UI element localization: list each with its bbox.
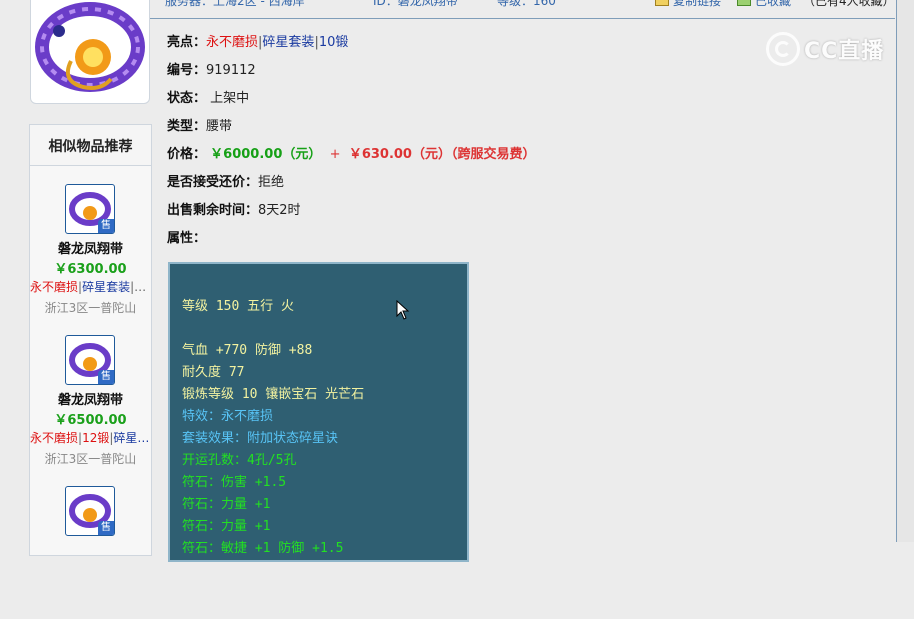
- sell-badge: 售: [98, 370, 114, 384]
- right-scroll-rail[interactable]: [897, 0, 914, 542]
- attributes-box: 等级 150 五行 火 气血 +770 防御 +88 耐久度 77 锻炼等级 1…: [168, 262, 469, 562]
- mouse-cursor-icon: [396, 300, 410, 320]
- favorite-button[interactable]: 已收藏: [737, 0, 791, 9]
- type-row: 类型：腰带: [167, 119, 233, 134]
- sell-badge: 售: [98, 219, 114, 233]
- similar-item-card[interactable]: 售 磐龙凤翔带 ￥6300.00 永不磨损|碎星套装|… 浙江3区一普陀山: [30, 166, 151, 317]
- item-price: ￥6000.00（元）: [210, 147, 322, 162]
- item-server: 浙江3区一普陀山: [44, 452, 137, 466]
- belt-item-icon: [35, 2, 145, 92]
- stream-watermark: CC直播: [766, 31, 884, 67]
- level-text: 等级：160: [497, 0, 556, 8]
- cross-server-fee: ￥630.00（元）（跨服交易费）: [348, 147, 536, 162]
- item-type: 腰带: [206, 119, 233, 134]
- attr-line: 锻炼等级 10 镶嵌宝石 光芒石: [182, 387, 365, 402]
- item-server: 浙江3区一普陀山: [44, 301, 137, 315]
- item-name[interactable]: 磐龙凤翔带: [30, 389, 151, 408]
- attr-line: 套装效果：附加状态碎星诀: [182, 431, 339, 446]
- item-id-text: ID：磐龙凤翔带: [373, 0, 458, 8]
- item-tags: 永不磨损|碎星套装|…: [30, 280, 147, 294]
- copy-link-button[interactable]: 复制链接: [655, 0, 721, 9]
- item-number: 919112: [206, 63, 256, 78]
- number-row: 编号：919112: [167, 63, 256, 78]
- watermark-logo-icon: [766, 32, 800, 66]
- highlight-tag: 永不磨损: [206, 35, 259, 50]
- item-price: ￥6300.00: [54, 262, 127, 277]
- highlight-tag: 10锻: [318, 35, 349, 50]
- similar-item-card[interactable]: 售: [30, 468, 151, 619]
- attr-line: 开运孔数：4孔/5孔: [182, 453, 297, 468]
- item-thumbnail[interactable]: 售: [65, 184, 115, 234]
- sell-badge: 售: [98, 521, 114, 535]
- header-divider: [150, 18, 895, 19]
- item-tags: 永不磨损|12锻|碎星…: [30, 431, 150, 445]
- price-row: 价格： ￥6000.00（元） + ￥630.00（元）（跨服交易费）: [167, 147, 536, 162]
- attributes-label: 属性：: [167, 231, 207, 246]
- remaining-time-row: 出售剩余时间：8天2时: [167, 203, 301, 218]
- watermark-text: CC直播: [804, 39, 885, 64]
- item-price: ￥6500.00: [54, 413, 127, 428]
- attr-line: 符石：伤害 +1.5: [182, 475, 287, 490]
- attr-line: 特效：永不磨损: [182, 409, 274, 424]
- similar-items-panel: 相似物品推荐 售 磐龙凤翔带 ￥6300.00 永不磨损|碎星套装|… 浙江3区…: [29, 124, 152, 556]
- server-text: 服务器：上海2区 - 西海岸: [165, 0, 305, 8]
- favorite-count: （已有4人收藏）: [803, 0, 895, 8]
- copy-link-icon: [655, 0, 669, 6]
- remaining-time: 8天2时: [258, 203, 301, 218]
- item-thumbnail[interactable]: 售: [65, 335, 115, 385]
- item-name[interactable]: 磐龙凤翔带: [30, 238, 151, 257]
- counter-offer-row: 是否接受还价：拒绝: [167, 175, 285, 190]
- counter-offer-value: 拒绝: [258, 175, 285, 190]
- favorite-icon: [737, 0, 751, 6]
- item-main-image: [30, 0, 150, 104]
- panel-title: 相似物品推荐: [30, 125, 151, 166]
- item-thumbnail[interactable]: 售: [65, 486, 115, 536]
- attr-line: 符石：敏捷 +1 防御 +1.5: [182, 541, 344, 556]
- similar-item-card[interactable]: 售 磐龙凤翔带 ￥6500.00 永不磨损|12锻|碎星… 浙江3区一普陀山: [30, 317, 151, 468]
- attr-line: 符石：力量 +1: [182, 497, 271, 512]
- item-header-row: 服务器：上海2区 - 西海岸 ID：磐龙凤翔带 等级：160 复制链接 已收藏 …: [165, 0, 900, 8]
- attr-line: 气血 +770 防御 +88: [182, 343, 313, 358]
- attr-line: 等级 150 五行 火: [182, 299, 294, 314]
- attr-line: 符石：力量 +1: [182, 519, 271, 534]
- highlight-tag: 碎星套装: [262, 35, 315, 50]
- attr-line: 耐久度 77: [182, 365, 245, 380]
- item-status: 上架中: [210, 91, 250, 106]
- highlights-row: 亮点：永不磨损|碎星套装|10锻: [167, 35, 349, 50]
- status-row: 状态： 上架中: [167, 91, 250, 106]
